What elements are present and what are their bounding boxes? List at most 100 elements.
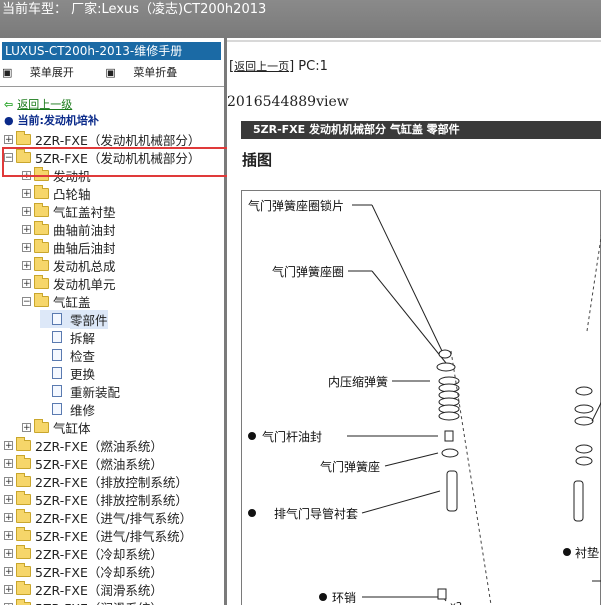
tree-item-label: 2ZR-FXE（燃油系统） (35, 438, 163, 454)
tree-item[interactable]: +5ZR-FXE（冷却系统） (4, 562, 163, 580)
tree-item[interactable]: 检查 (40, 346, 95, 364)
tree-item[interactable]: +2ZR-FXE（润滑系统） (4, 580, 163, 598)
menu-toggle-row: ▣ 菜单展开 ▣ 菜单折叠 (2, 64, 205, 80)
collapse-node-icon[interactable]: − (22, 296, 31, 306)
folder-icon (34, 418, 49, 433)
tree-item[interactable]: + 气缸盖衬垫 (22, 202, 116, 220)
expand-node-icon[interactable]: + (22, 260, 31, 270)
tree-item[interactable]: +5ZR-FXE（排放控制系统） (4, 490, 188, 508)
folder-icon (34, 256, 49, 271)
expand-node-icon[interactable]: + (4, 458, 13, 468)
expand-node-icon[interactable]: + (4, 548, 13, 558)
document-icon (52, 367, 62, 379)
expand-node-icon[interactable]: + (4, 476, 13, 486)
tree-item-label: 拆解 (70, 330, 96, 346)
folder-icon (16, 508, 31, 523)
tree-item-label: 2ZR-FXE（润滑系统） (35, 582, 163, 598)
folder-icon (34, 220, 49, 235)
tree-item[interactable]: +5ZR-FXE（进气/排气系统） (4, 526, 192, 544)
expand-node-icon[interactable]: + (22, 242, 31, 252)
manual-sidebar: LUXUS-CT200h-2013-维修手册 ▣ 菜单展开 ▣ 菜单折叠 ⇦ 返回… (0, 38, 227, 605)
current-location: ● 当前:发动机培补 (4, 114, 99, 127)
tree-item[interactable]: 零部件 (40, 309, 108, 329)
label-retainer-lock: 气门弹簧座圈锁片 (248, 199, 345, 213)
parts-illustration: 气门弹簧座圈锁片 气门弹簧座圈 内压缩弹簧 气门杆油封 气门弹簧座 排气门导管衬… (241, 190, 601, 605)
label-ring-pin: 环销 (332, 591, 357, 605)
expand-node-icon[interactable]: + (4, 530, 13, 540)
tree-item[interactable]: − 气缸盖 (22, 292, 91, 310)
expand-icon: ▣ (2, 66, 13, 79)
tree-item[interactable]: +2ZR-FXE（冷却系统） (4, 544, 163, 562)
tree-item[interactable]: +2ZR-FXE（进气/排气系统） (4, 508, 192, 526)
expand-node-icon[interactable]: + (22, 422, 31, 432)
folder-icon (34, 202, 49, 217)
folder-icon (16, 454, 31, 469)
expand-node-icon[interactable]: + (22, 206, 31, 216)
tree-item-label: 曲轴后油封 (53, 240, 116, 256)
vehicle-label: 当前车型： (2, 2, 68, 17)
expand-node-icon[interactable]: + (22, 224, 31, 234)
folder-icon (16, 490, 31, 505)
document-icon (52, 313, 62, 325)
tree-item-label: 气缸盖衬垫 (53, 204, 116, 220)
tree-item[interactable]: +2ZR-FXE（排放控制系统） (4, 472, 188, 490)
tree-item[interactable]: + 曲轴前油封 (22, 220, 116, 238)
expand-node-icon[interactable]: + (22, 278, 31, 288)
tree-item-label: 更换 (70, 366, 96, 382)
tree-item[interactable]: + 曲轴后油封 (22, 238, 116, 256)
folder-icon (34, 184, 49, 199)
label-inner-spring: 内压缩弹簧 (328, 375, 389, 389)
manual-title: LUXUS-CT200h-2013-维修手册 (2, 42, 221, 60)
tree-item-label: 5ZR-FXE（燃油系统） (35, 456, 163, 472)
label-quantity: x2 (450, 601, 462, 605)
folder-icon (16, 580, 31, 595)
menu-expand-button[interactable]: ▣ 菜单展开 (2, 66, 88, 79)
folder-icon (34, 238, 49, 253)
back-arrow-icon: ⇦ (4, 98, 14, 111)
expand-node-icon[interactable]: + (4, 566, 13, 576)
tree-item-label: 维修 (70, 402, 96, 418)
content-pane: [返回上一页] PC:1 2016544889view 5ZR-FXE 发动机机… (227, 38, 601, 605)
tree-item-label: 气缸体 (53, 420, 91, 436)
document-icon (52, 403, 62, 415)
label-spring-seat: 气门弹簧座 (320, 460, 381, 474)
folder-icon (16, 436, 31, 451)
tree-item[interactable]: + 发动机总成 (22, 256, 116, 274)
folder-icon (16, 130, 31, 145)
tree-item-label: 凸轮轴 (53, 186, 91, 202)
tree-item-label: 检查 (70, 348, 96, 364)
menu-collapse-button[interactable]: ▣ 菜单折叠 (105, 66, 191, 79)
tree-item-label: 5ZR-FXE（排放控制系统） (35, 492, 188, 508)
tree-item[interactable]: +5ZR-FXE（润滑系统） (4, 598, 163, 605)
tree-item[interactable]: +5ZR-FXE（燃油系统） (4, 454, 163, 472)
tree-item[interactable]: + 气缸体 (22, 418, 91, 436)
folder-icon (34, 274, 49, 289)
tree-item-label: 5ZR-FXE（进气/排气系统） (35, 528, 193, 544)
app-title-bar: 当前车型： 厂家:Lexus（凌志)CT200h2013 (0, 0, 601, 38)
back-link[interactable]: ⇦ 返回上一级 (4, 96, 72, 112)
expand-node-icon[interactable]: + (4, 512, 13, 522)
folder-icon (16, 526, 31, 541)
expand-node-icon[interactable]: + (22, 188, 31, 198)
tree-item[interactable]: 重新装配 (40, 382, 120, 400)
tree-item[interactable]: 更换 (40, 364, 95, 382)
tree-item[interactable]: + 发动机单元 (22, 274, 116, 292)
tree-item[interactable]: 拆解 (40, 328, 95, 346)
figure-title: 插图 (242, 151, 273, 169)
expand-node-icon[interactable]: + (4, 134, 13, 144)
expand-node-icon[interactable]: + (4, 440, 13, 450)
section-header: 5ZR-FXE 发动机机械部分 气缸盖 零部件 (241, 121, 601, 139)
tree-item[interactable]: 维修 (40, 400, 95, 418)
vehicle-vendor: 厂家:Lexus（凌志)CT200h2013 (71, 2, 267, 17)
folder-icon (16, 472, 31, 487)
page-nav: [返回上一页] PC:1 (229, 59, 328, 74)
tree-item[interactable]: + 凸轮轴 (22, 184, 91, 202)
tree-item-label: 5ZR-FXE（冷却系统） (35, 564, 163, 580)
folder-icon (16, 544, 31, 559)
location-pin-icon: ● (4, 114, 14, 127)
tree-item[interactable]: +2ZR-FXE（燃油系统） (4, 436, 163, 454)
prev-page-link[interactable]: 返回上一页 (234, 60, 289, 73)
expand-node-icon[interactable]: + (4, 494, 13, 504)
tree-item[interactable]: +2ZR-FXE（发动机机械部分） (4, 130, 200, 148)
expand-node-icon[interactable]: + (4, 584, 13, 594)
